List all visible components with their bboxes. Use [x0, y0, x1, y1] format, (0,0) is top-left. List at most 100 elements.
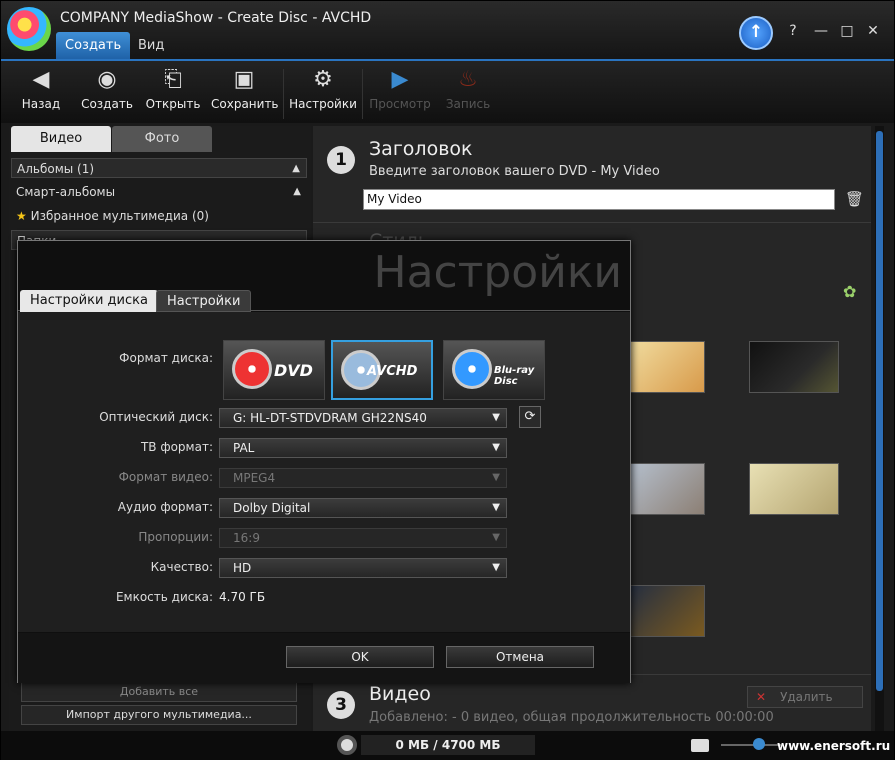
- back-button[interactable]: ◀ Назад: [19, 67, 63, 111]
- help-button[interactable]: ?: [783, 23, 803, 39]
- collapse-icon[interactable]: ▲: [292, 159, 300, 179]
- delete-button[interactable]: ✕ Удалить: [747, 686, 863, 708]
- quality-select[interactable]: HD ▼: [219, 558, 507, 578]
- zoom-slider-knob[interactable]: [753, 738, 765, 750]
- dropdown-arrow-icon: ▼: [492, 502, 500, 513]
- video-format-label: Формат видео:: [118, 470, 213, 484]
- delete-label: Удалить: [780, 690, 833, 704]
- dvd-label: DVD: [274, 361, 313, 380]
- favorites-label: Избранное мультимедиа (0): [30, 209, 209, 223]
- dialog-body: Формат диска: DVD AVCHD Blu-ray Disc Опт…: [18, 312, 630, 632]
- add-all-button[interactable]: Добавить все: [21, 682, 297, 702]
- smart-albums-row[interactable]: Смарт-альбомы ▲: [11, 182, 307, 202]
- title-bar: COMPANY MediaShow - Create Disc - AVCHD …: [1, 1, 894, 59]
- style-thumbnail[interactable]: [749, 341, 839, 393]
- create-button[interactable]: ◉ Создать: [81, 67, 133, 111]
- disc-format-label: Формат диска:: [119, 351, 213, 365]
- star-icon: ★: [16, 209, 27, 223]
- tab-video[interactable]: Видео: [11, 126, 111, 152]
- aspect-label: Пропорции:: [138, 530, 213, 544]
- dropdown-arrow-icon: ▼: [492, 442, 500, 453]
- disc-capacity-value: 4.70 ГБ: [219, 590, 266, 604]
- dialog-footer: OK Отмена: [18, 633, 630, 683]
- quality-value: HD: [233, 561, 252, 575]
- toolbar-divider: [362, 69, 363, 119]
- video-format-select: MPEG4 ▼: [219, 468, 507, 488]
- favorites-row[interactable]: ★ Избранное мультимедиа (0): [11, 206, 307, 226]
- tab-settings[interactable]: Настройки: [156, 290, 252, 312]
- close-button[interactable]: ✕: [863, 23, 883, 39]
- capacity-indicator: 0 МБ / 4700 МБ: [361, 735, 535, 755]
- open-icon: ⎗: [164, 67, 182, 92]
- optical-drive-value: G: HL-DT-STDVDRAM GH22NS40: [233, 411, 427, 425]
- small-thumb-icon[interactable]: [691, 739, 709, 752]
- dropdown-arrow-icon: ▼: [492, 472, 500, 483]
- toolbar: ◀ Назад ◉ Создать ⎗ Открыть ▣ Сохранить ⚙ Нас…: [1, 59, 894, 123]
- menu-tab-view[interactable]: Вид: [129, 32, 173, 59]
- step-number: 3: [327, 691, 355, 719]
- preview-label: Просмотр: [369, 97, 431, 111]
- audio-format-value: Dolby Digital: [233, 501, 311, 515]
- settings-dialog: Настройки Настройки диска Настройки Форм…: [17, 240, 631, 683]
- disc-title-input[interactable]: My Video: [363, 189, 835, 210]
- aspect-value: 16:9: [233, 531, 260, 545]
- tab-disc-settings[interactable]: Настройки диска: [20, 290, 158, 312]
- minimize-button[interactable]: —: [811, 23, 831, 39]
- vertical-scrollbar[interactable]: [875, 126, 884, 731]
- format-dvd-button[interactable]: DVD: [223, 340, 325, 400]
- refresh-icon[interactable]: ⟳: [519, 406, 541, 428]
- tab-photo[interactable]: Фото: [112, 126, 212, 152]
- tv-format-label: ТВ формат:: [140, 440, 213, 454]
- save-button[interactable]: ▣ Сохранить: [211, 67, 279, 111]
- collapse-icon[interactable]: ▲: [293, 182, 301, 202]
- burn-button[interactable]: ♨ Запись: [443, 67, 493, 111]
- open-button[interactable]: ⎗ Открыть: [145, 67, 201, 111]
- app-logo-icon[interactable]: [7, 7, 51, 51]
- step-number: 1: [327, 146, 355, 174]
- window-title: COMPANY MediaShow - Create Disc - AVCHD: [60, 10, 372, 26]
- zoom-slider[interactable]: [721, 744, 781, 746]
- bluray-disc-icon: [452, 349, 492, 389]
- trash-icon[interactable]: 🗑: [845, 190, 864, 208]
- dvd-disc-icon: [232, 349, 272, 389]
- style-thumbnail[interactable]: [749, 463, 839, 515]
- tv-format-value: PAL: [233, 441, 255, 455]
- dropdown-arrow-icon: ▼: [492, 562, 500, 573]
- toolbar-divider: [283, 69, 284, 119]
- settings-button[interactable]: ⚙ Настройки: [289, 67, 357, 111]
- ok-button[interactable]: OK: [286, 646, 434, 668]
- settings-label: Настройки: [289, 97, 357, 111]
- albums-label: Альбомы (1): [17, 162, 95, 176]
- audio-format-select[interactable]: Dolby Digital ▼: [219, 498, 507, 518]
- dropdown-arrow-icon: ▼: [492, 412, 500, 423]
- format-bluray-button[interactable]: Blu-ray Disc: [443, 340, 545, 400]
- step-title: Заголовок: [369, 138, 473, 160]
- scroll-thumb[interactable]: [876, 131, 883, 691]
- update-icon[interactable]: ↑: [739, 16, 773, 50]
- status-bar: 0 МБ / 4700 МБ www.enersoft.ru: [1, 731, 894, 760]
- cancel-button[interactable]: Отмена: [446, 646, 594, 668]
- format-avchd-button[interactable]: AVCHD: [331, 340, 433, 400]
- add-style-icon[interactable]: ✿: [843, 282, 856, 301]
- play-icon: ▶: [391, 67, 409, 92]
- step-subtitle: Введите заголовок вашего DVD - My Video: [369, 164, 660, 179]
- create-label: Создать: [81, 97, 133, 111]
- audio-format-label: Аудио формат:: [117, 500, 213, 514]
- aspect-select: 16:9 ▼: [219, 528, 507, 548]
- disc-status-icon: [337, 735, 357, 755]
- disc-icon: ◉: [97, 67, 117, 92]
- preview-button[interactable]: ▶ Просмотр: [369, 67, 431, 111]
- optical-drive-select[interactable]: G: HL-DT-STDVDRAM GH22NS40 ▼: [219, 408, 507, 428]
- save-label: Сохранить: [211, 97, 279, 111]
- menu-tab-create[interactable]: Создать: [56, 32, 131, 59]
- albums-row[interactable]: Альбомы (1) ▲: [11, 158, 307, 178]
- video-step-subtitle: Добавлено: - 0 видео, общая продолжитель…: [369, 710, 774, 725]
- maximize-button[interactable]: □: [837, 23, 857, 39]
- video-step-title: Видео: [369, 683, 431, 705]
- import-other-button[interactable]: Импорт другого мультимедиа...: [21, 705, 297, 725]
- dialog-tabs: Настройки диска Настройки: [18, 287, 630, 312]
- tv-format-select[interactable]: PAL ▼: [219, 438, 507, 458]
- bluray-label: Blu-ray Disc: [494, 365, 535, 387]
- delete-x-icon: ✕: [756, 690, 767, 704]
- optical-drive-label: Оптический диск:: [99, 410, 213, 424]
